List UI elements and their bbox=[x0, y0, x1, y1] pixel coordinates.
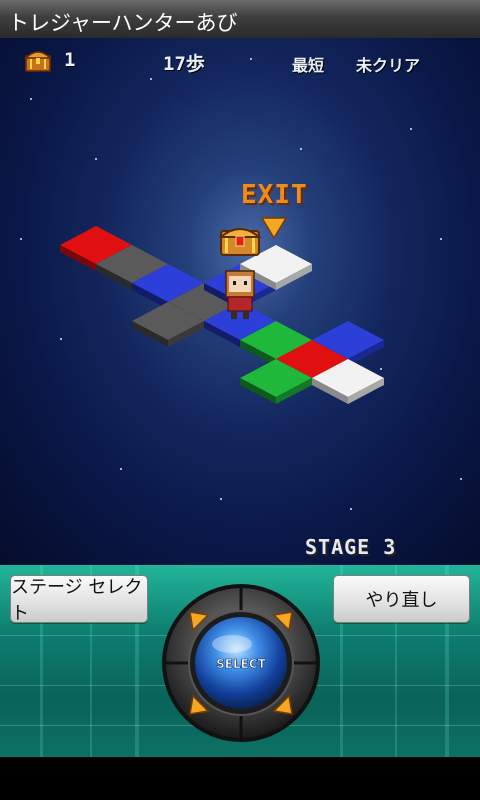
title-bar: トレジャーハンターあび bbox=[0, 0, 480, 39]
stage-select-button[interactable]: ステージ セレクト bbox=[10, 575, 148, 624]
app-title: トレジャーハンターあび bbox=[8, 11, 238, 35]
stage-select-label: ステージ セレクト bbox=[11, 577, 143, 624]
retry-button[interactable]: やり直し bbox=[333, 575, 470, 623]
bottom-bar bbox=[0, 757, 480, 800]
direction-pad[interactable]: SELECT bbox=[160, 582, 322, 744]
treasure-chest-carried-icon bbox=[218, 228, 262, 256]
game-board bbox=[60, 217, 384, 404]
exit-arrow-icon bbox=[260, 217, 288, 240]
app-screen: トレジャーハンターあび 1 17歩 最短 未クリア EXIT STAGE 3 ス… bbox=[0, 0, 480, 800]
control-panel: ステージ セレクト やり直し SELECT bbox=[0, 565, 480, 757]
select-label: SELECT bbox=[216, 657, 266, 671]
retry-label: やり直し bbox=[365, 590, 438, 611]
stage-label: STAGE 3 bbox=[305, 535, 397, 559]
